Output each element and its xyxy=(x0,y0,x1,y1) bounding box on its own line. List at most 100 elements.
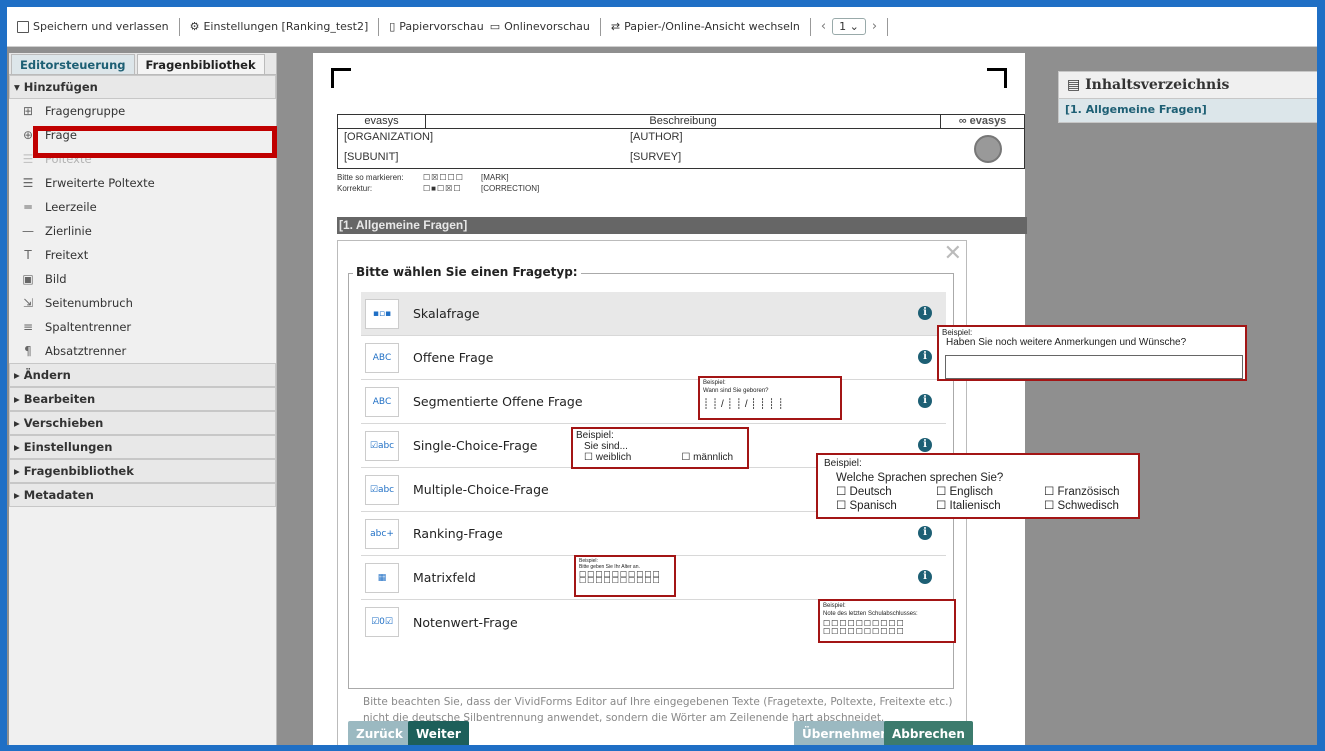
sidebar-item-spaltentrenner[interactable]: ≡ Spaltentrenner xyxy=(9,315,276,339)
example-question: Wann sind Sie geboren? xyxy=(703,388,769,394)
sidebar-item-absatztrenner[interactable]: ¶ Absatztrenner xyxy=(9,339,276,363)
question-type-label: Notenwert-Frage xyxy=(413,614,518,630)
example-grade-boxes: ☐☐☐☐☐☐☐☐☐☐ ☐☐☐☐☐☐☐☐☐☐ xyxy=(823,619,905,636)
save-button[interactable]: Speichern und verlassen xyxy=(17,20,169,33)
separator xyxy=(887,17,889,36)
header-row: evasys Beschreibung ∞ evasys xyxy=(337,114,1025,129)
correction-tag: [CORRECTION] xyxy=(481,184,540,193)
info-icon[interactable]: i xyxy=(918,306,932,320)
info-icon[interactable]: i xyxy=(918,350,932,364)
info-icon[interactable]: i xyxy=(918,438,932,452)
example-question: Sie sind... xyxy=(584,441,628,452)
seal-image xyxy=(974,135,1002,163)
example-options: ☐ weiblich ☐ männlich xyxy=(584,452,744,463)
sidebar-item-fragengruppe[interactable]: ⊞ Fragengruppe xyxy=(9,99,276,123)
toc-title: ▤ Inhaltsverzeichnis xyxy=(1058,71,1317,99)
next-button[interactable]: Weiter xyxy=(408,721,469,745)
mark-label: Bitte so markieren: xyxy=(337,173,404,182)
item-label: Absatztrenner xyxy=(45,344,127,358)
sidebar-item-seitenumbruch[interactable]: ⇲ Seitenumbruch xyxy=(9,291,276,315)
online-preview-button[interactable]: ▭ Onlinevorschau xyxy=(490,20,590,33)
option-label: Englisch xyxy=(949,486,993,498)
example-segments: ┊┊/┊┊/┊┊┊┊ xyxy=(703,399,787,410)
settings-label: Einstellungen [Ranking_test2] xyxy=(203,20,369,33)
info-icon[interactable]: i xyxy=(918,570,932,584)
document-icon: ▤ xyxy=(1067,77,1081,93)
page-select[interactable]: 1 ⌄ xyxy=(832,18,866,35)
correction-row: Korrektur: ☐■☐☒☐ [CORRECTION] xyxy=(337,183,1025,194)
section-metadaten[interactable]: ▸ Metadaten xyxy=(9,483,276,507)
highlight-frame xyxy=(33,126,277,158)
dialog-legend: Bitte wählen Sie einen Fragetyp: xyxy=(353,265,581,279)
sidebar-item-erweiterte-poltexte[interactable]: ☰ Erweiterte Poltexte xyxy=(9,171,276,195)
section-bearbeiten[interactable]: ▸ Bearbeiten xyxy=(9,387,276,411)
evasys-logo: ∞ evasys xyxy=(940,115,1024,128)
option-label: Spanisch xyxy=(849,500,897,512)
item-label: Fragengruppe xyxy=(45,104,126,118)
gear-icon: ⚙ xyxy=(189,20,200,33)
info-icon[interactable]: i xyxy=(918,526,932,540)
tab-fragenbibliothek[interactable]: Fragenbibliothek xyxy=(136,54,265,74)
description-cell: Beschreibung xyxy=(649,115,717,127)
document-header[interactable]: evasys Beschreibung ∞ evasys [ORGANIZATI… xyxy=(337,114,1025,194)
sidebar-item-zierlinie[interactable]: — Zierlinie xyxy=(9,219,276,243)
section-fragenbibliothek[interactable]: ▸ Fragenbibliothek xyxy=(9,459,276,483)
text-icon: T xyxy=(24,248,32,262)
survey-field: [SURVEY] xyxy=(630,151,682,163)
option-label: weiblich xyxy=(595,452,632,463)
folder-plus-icon: ⊞ xyxy=(22,104,34,118)
cancel-button[interactable]: Abbrechen xyxy=(884,721,973,745)
segmented-icon: ABC xyxy=(365,386,399,417)
sidebar-item-freitext[interactable]: T Freitext xyxy=(9,243,276,267)
question-type-label: Segmentierte Offene Frage xyxy=(413,394,583,409)
question-type-label: Matrixfeld xyxy=(413,570,476,585)
switch-view-button[interactable]: ⇄ Papier-/Online-Ansicht wechseln xyxy=(611,20,800,33)
paper-preview-button[interactable]: ▯ Papiervorschau xyxy=(389,20,484,33)
single-choice-icon: ☑abc xyxy=(365,430,399,461)
example-option: ☐ männlich xyxy=(681,452,734,463)
example-open-question: Beispiel: Haben Sie noch weitere Anmerku… xyxy=(937,325,1247,381)
separator xyxy=(378,17,380,36)
marking-instructions: Bitte so markieren: ☐☒☐☐☐ [MARK] Korrektur… xyxy=(337,172,1025,194)
example-question: Haben Sie noch weitere Anmerkungen und W… xyxy=(946,337,1187,348)
section-label: Fragenbibliothek xyxy=(23,464,134,478)
question-type-label: Single-Choice-Frage xyxy=(413,438,538,453)
brand-cell: evasys xyxy=(338,115,426,128)
item-label: Spaltentrenner xyxy=(45,320,132,334)
section-label: Einstellungen xyxy=(23,440,113,454)
sidebar-item-leerzeile[interactable]: ═ Leerzeile xyxy=(9,195,276,219)
question-type-skalafrage[interactable]: ▪▫▪ Skalafrage i xyxy=(361,292,946,336)
section-label: Verschieben xyxy=(23,416,104,430)
back-button[interactable]: Zurück xyxy=(348,721,411,745)
separator xyxy=(178,17,180,36)
prev-page-button[interactable]: ‹ xyxy=(821,19,826,34)
column-icon: ≡ xyxy=(22,320,34,334)
section-hinzufuegen[interactable]: ▾ Hinzufügen xyxy=(9,75,276,99)
close-icon[interactable]: ✕ xyxy=(944,243,962,265)
question-type-segmentierte-offene-frage[interactable]: ABC Segmentierte Offene Frage i xyxy=(361,380,946,424)
example-question: Note des letzten Schulabschlusses: xyxy=(823,611,918,617)
question-type-offene-frage[interactable]: ABC Offene Frage i xyxy=(361,336,946,380)
settings-button[interactable]: ⚙ Einstellungen [Ranking_test2] xyxy=(190,20,369,33)
logo-text: evasys xyxy=(969,115,1007,127)
apply-button[interactable]: Übernehmen xyxy=(794,721,897,745)
example-heading: Beispiel: xyxy=(824,458,862,469)
tab-editorsteuerung[interactable]: Editorsteuerung xyxy=(11,54,135,74)
section-title-bar[interactable]: [1. Allgemeine Fragen] xyxy=(337,217,1027,234)
section-einstellungen[interactable]: ▸ Einstellungen xyxy=(9,435,276,459)
question-type-label: Multiple-Choice-Frage xyxy=(413,482,549,497)
save-icon xyxy=(17,20,29,33)
info-icon[interactable]: i xyxy=(918,394,932,408)
example-heading: Beispiel: xyxy=(823,603,846,609)
section-aendern[interactable]: ▸ Ändern xyxy=(9,363,276,387)
toc-item[interactable]: [1. Allgemeine Fragen] xyxy=(1058,99,1317,123)
separator xyxy=(599,17,601,36)
sidebar-item-bild[interactable]: ▣ Bild xyxy=(9,267,276,291)
corner-mark xyxy=(331,68,351,88)
example-option: ☐ Deutsch xyxy=(836,486,892,498)
example-matrix-boxes: ☐☐☐☐☐☐☐☐☐☐ ☐☐☐☐☐☐☐☐☐☐ xyxy=(579,570,661,585)
example-question: Welche Sprachen sprechen Sie? xyxy=(836,472,1004,484)
matrix-icon: ▦ xyxy=(365,562,399,593)
section-verschieben[interactable]: ▸ Verschieben xyxy=(9,411,276,435)
next-page-button[interactable]: › xyxy=(872,19,877,34)
